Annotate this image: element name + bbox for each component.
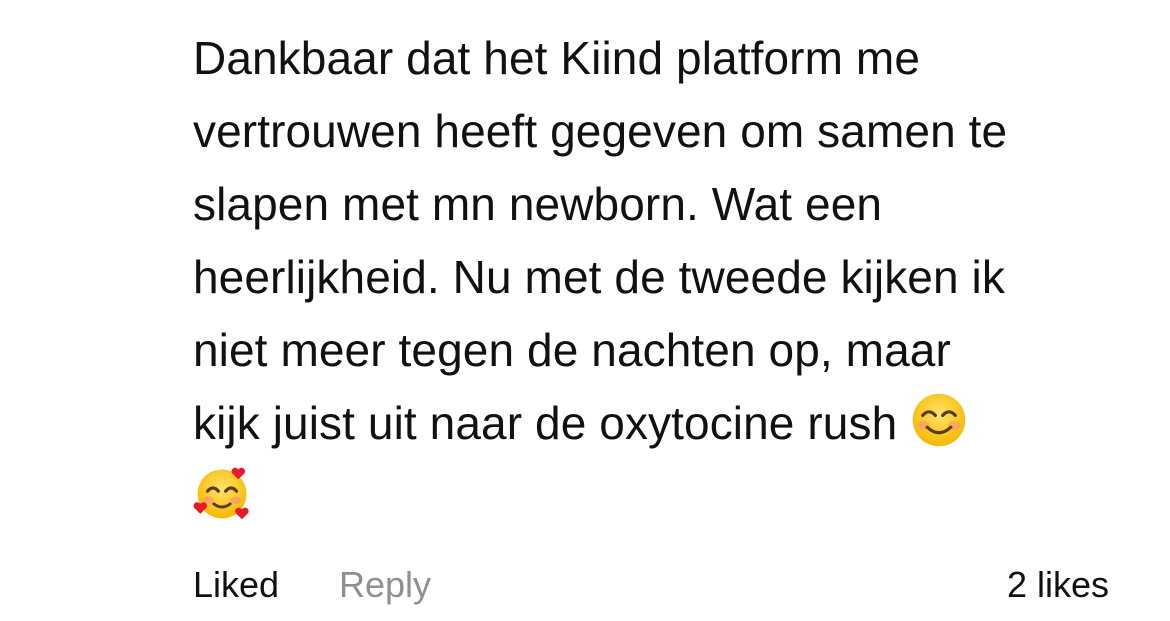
liked-button[interactable]: Liked <box>193 560 279 610</box>
comment-actions: Liked Reply 2 likes <box>193 560 1109 610</box>
comment-line: slapen met mn newborn. Wat een <box>193 178 883 230</box>
comment-line: heerlijkheid. Nu met de tweede kijken ik <box>193 251 1005 303</box>
smiling-face-with-smiling-eyes-icon <box>910 391 968 449</box>
likes-count[interactable]: 2 likes <box>1007 560 1109 610</box>
comment-line: vertrouwen heeft gegeven om samen te <box>193 105 1008 157</box>
comment-line-with-emoji: kijk juist uit naar de oxytocine rush <box>193 387 1123 460</box>
comment: Dankbaar dat het Kiind platform me vertr… <box>193 22 1123 533</box>
comment-line: Dankbaar dat het Kiind platform me <box>193 32 921 84</box>
comment-text: Dankbaar dat het Kiind platform me vertr… <box>193 22 1123 533</box>
comment-line-emoji <box>193 460 1123 533</box>
smiling-face-with-hearts-icon <box>193 464 251 522</box>
reply-button[interactable]: Reply <box>339 560 431 610</box>
comment-line: niet meer tegen de nachten op, maar <box>193 324 951 376</box>
comment-line: kijk juist uit naar de oxytocine rush <box>193 397 898 449</box>
